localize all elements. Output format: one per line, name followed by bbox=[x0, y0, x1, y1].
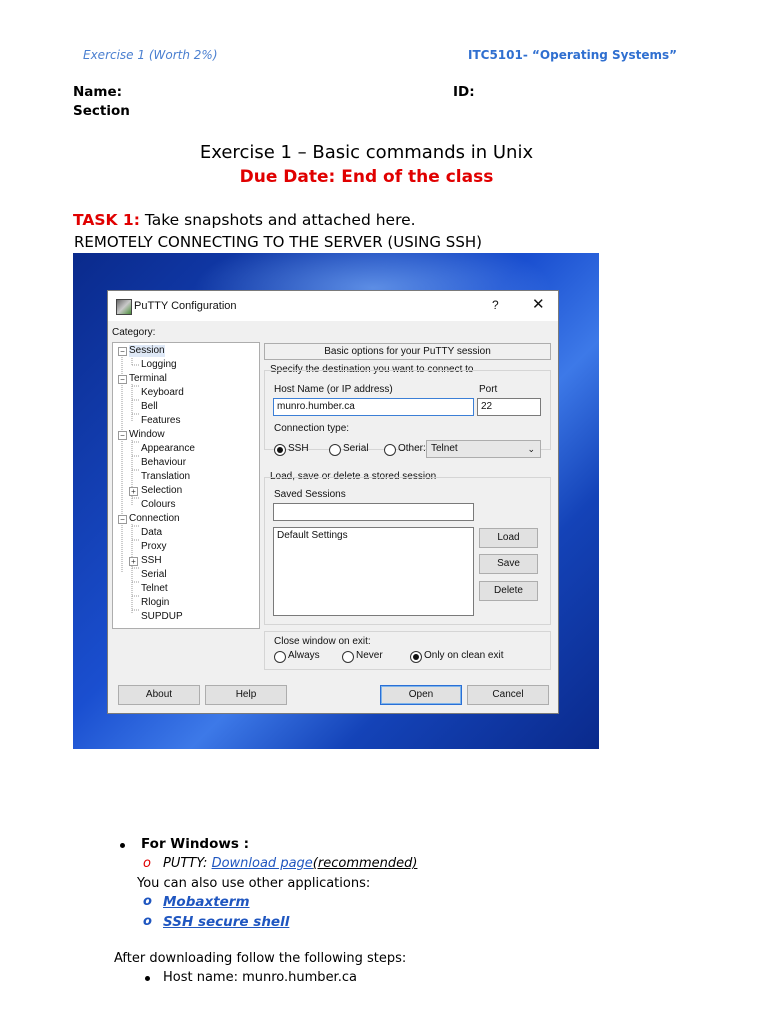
tree-item-ssh[interactable]: SSH bbox=[141, 555, 162, 567]
close-window-label: Close window on exit: bbox=[274, 636, 371, 647]
tree-item-connection[interactable]: Connection bbox=[129, 513, 180, 525]
putty-download-line: PUTTY: Download page(recommended) bbox=[163, 856, 417, 871]
mobaxterm-link[interactable]: Mobaxterm bbox=[163, 894, 250, 910]
task-line: TASK 1: Take snapshots and attached here… bbox=[73, 211, 416, 229]
sub-bullet-icon: o bbox=[143, 914, 152, 929]
tree-item-bell[interactable]: Bell bbox=[141, 401, 158, 413]
document-title: Exercise 1 – Basic commands in Unix bbox=[199, 142, 534, 163]
only-clean-exit-label: Only on clean exit bbox=[424, 650, 504, 661]
load-button[interactable]: Load bbox=[479, 528, 538, 548]
sub-bullet-icon: o bbox=[143, 894, 152, 909]
tree-item-terminal[interactable]: Terminal bbox=[129, 373, 167, 385]
tree-item-data[interactable]: Data bbox=[141, 527, 162, 539]
ssh-radio[interactable] bbox=[274, 444, 286, 456]
header-exercise-note: Exercise 1 (Worth 2%) bbox=[83, 48, 218, 62]
tree-item-serial[interactable]: Serial bbox=[141, 569, 167, 581]
tree-item-keyboard[interactable]: Keyboard bbox=[141, 387, 184, 399]
always-radio-label: Always bbox=[288, 650, 320, 661]
bullet-icon bbox=[145, 976, 150, 981]
chevron-down-icon: ⌄ bbox=[527, 444, 535, 454]
id-label: ID: bbox=[453, 84, 475, 100]
tree-item-telnet[interactable]: Telnet bbox=[141, 583, 168, 595]
tree-item-proxy[interactable]: Proxy bbox=[141, 541, 167, 553]
help-button[interactable]: Help bbox=[205, 685, 287, 705]
tree-item-translation[interactable]: Translation bbox=[141, 471, 190, 483]
tree-item-session[interactable]: Session bbox=[129, 345, 165, 357]
host-label: Host Name (or IP address) bbox=[274, 384, 393, 395]
other-protocol-value: Telnet bbox=[431, 443, 458, 454]
windows-heading: For Windows : bbox=[141, 836, 249, 852]
recommended-note: (recommended) bbox=[312, 856, 418, 871]
expand-ssh-icon[interactable]: + bbox=[129, 557, 138, 566]
header-course: ITC5101- “Operating Systems” bbox=[468, 48, 678, 62]
steps-intro: After downloading follow the following s… bbox=[114, 951, 407, 966]
tree-item-window[interactable]: Window bbox=[129, 429, 165, 441]
collapse-connection-icon[interactable]: − bbox=[118, 515, 127, 524]
tree-item-appearance[interactable]: Appearance bbox=[141, 443, 195, 455]
putty-dialog: PuTTY Configuration ? ✕ Category: − Sess… bbox=[107, 290, 559, 714]
tree-item-supdup[interactable]: SUPDUP bbox=[141, 611, 183, 623]
collapse-session-icon[interactable]: − bbox=[118, 347, 127, 356]
help-icon[interactable]: ? bbox=[492, 298, 499, 312]
collapse-window-icon[interactable]: − bbox=[118, 431, 127, 440]
category-tree[interactable]: − Session Logging − Terminal Keyboard Be… bbox=[112, 342, 260, 629]
collapse-terminal-icon[interactable]: − bbox=[118, 375, 127, 384]
other-radio[interactable] bbox=[384, 444, 396, 456]
ssh-radio-label: SSH bbox=[288, 443, 309, 454]
putty-app-icon bbox=[116, 299, 132, 315]
tree-item-selection[interactable]: Selection bbox=[141, 485, 182, 497]
tree-item-colours[interactable]: Colours bbox=[141, 499, 175, 511]
tree-item-behaviour[interactable]: Behaviour bbox=[141, 457, 186, 469]
other-apps-line: You can also use other applications: bbox=[137, 876, 371, 891]
download-page-link[interactable]: Download page bbox=[212, 856, 313, 871]
tree-guides bbox=[121, 355, 139, 614]
expand-selection-icon[interactable]: + bbox=[129, 487, 138, 496]
serial-radio[interactable] bbox=[329, 444, 341, 456]
host-name-input[interactable]: munro.humber.ca bbox=[273, 398, 474, 416]
sessions-list[interactable]: Default Settings bbox=[273, 527, 474, 616]
saved-sessions-input[interactable] bbox=[273, 503, 474, 521]
putty-prefix: PUTTY: bbox=[163, 856, 212, 871]
always-radio[interactable] bbox=[274, 651, 286, 663]
name-label: Name: bbox=[73, 84, 123, 100]
bullet-icon bbox=[120, 843, 125, 848]
save-button[interactable]: Save bbox=[479, 554, 538, 574]
tree-item-rlogin[interactable]: Rlogin bbox=[141, 597, 169, 609]
putty-screenshot: PuTTY Configuration ? ✕ Category: − Sess… bbox=[73, 253, 599, 749]
about-button[interactable]: About bbox=[118, 685, 200, 705]
task-subheading: REMOTELY CONNECTING TO THE SERVER (USING… bbox=[74, 233, 482, 251]
other-radio-label: Other: bbox=[398, 443, 426, 454]
tree-item-features[interactable]: Features bbox=[141, 415, 180, 427]
serial-radio-label: Serial bbox=[343, 443, 369, 454]
cancel-button[interactable]: Cancel bbox=[467, 685, 549, 705]
other-protocol-select[interactable]: Telnet ⌄ bbox=[426, 440, 541, 458]
saved-sessions-label: Saved Sessions bbox=[274, 489, 346, 500]
category-label: Category: bbox=[112, 327, 156, 338]
delete-button[interactable]: Delete bbox=[479, 581, 538, 601]
open-button[interactable]: Open bbox=[380, 685, 462, 705]
never-radio-label: Never bbox=[356, 650, 383, 661]
section-label: Section bbox=[73, 103, 130, 119]
sub-bullet-icon: o bbox=[143, 856, 151, 871]
task-text: Take snapshots and attached here. bbox=[139, 211, 416, 229]
port-label: Port bbox=[479, 384, 498, 395]
task-label: TASK 1: bbox=[73, 211, 140, 229]
ssh-secure-shell-link[interactable]: SSH secure shell bbox=[163, 914, 289, 930]
due-date: Due Date: End of the class bbox=[239, 167, 494, 187]
window-title: PuTTY Configuration bbox=[134, 300, 237, 312]
title-bar: PuTTY Configuration ? ✕ bbox=[108, 291, 558, 321]
step-host-name: Host name: munro.humber.ca bbox=[163, 970, 357, 985]
tree-item-logging[interactable]: Logging bbox=[141, 359, 177, 371]
only-clean-exit-radio[interactable] bbox=[410, 651, 422, 663]
port-input[interactable]: 22 bbox=[477, 398, 541, 416]
session-banner: Basic options for your PuTTY session bbox=[264, 343, 551, 360]
close-icon[interactable]: ✕ bbox=[532, 295, 545, 313]
never-radio[interactable] bbox=[342, 651, 354, 663]
connection-type-label: Connection type: bbox=[274, 423, 350, 434]
session-default-settings[interactable]: Default Settings bbox=[277, 530, 348, 542]
